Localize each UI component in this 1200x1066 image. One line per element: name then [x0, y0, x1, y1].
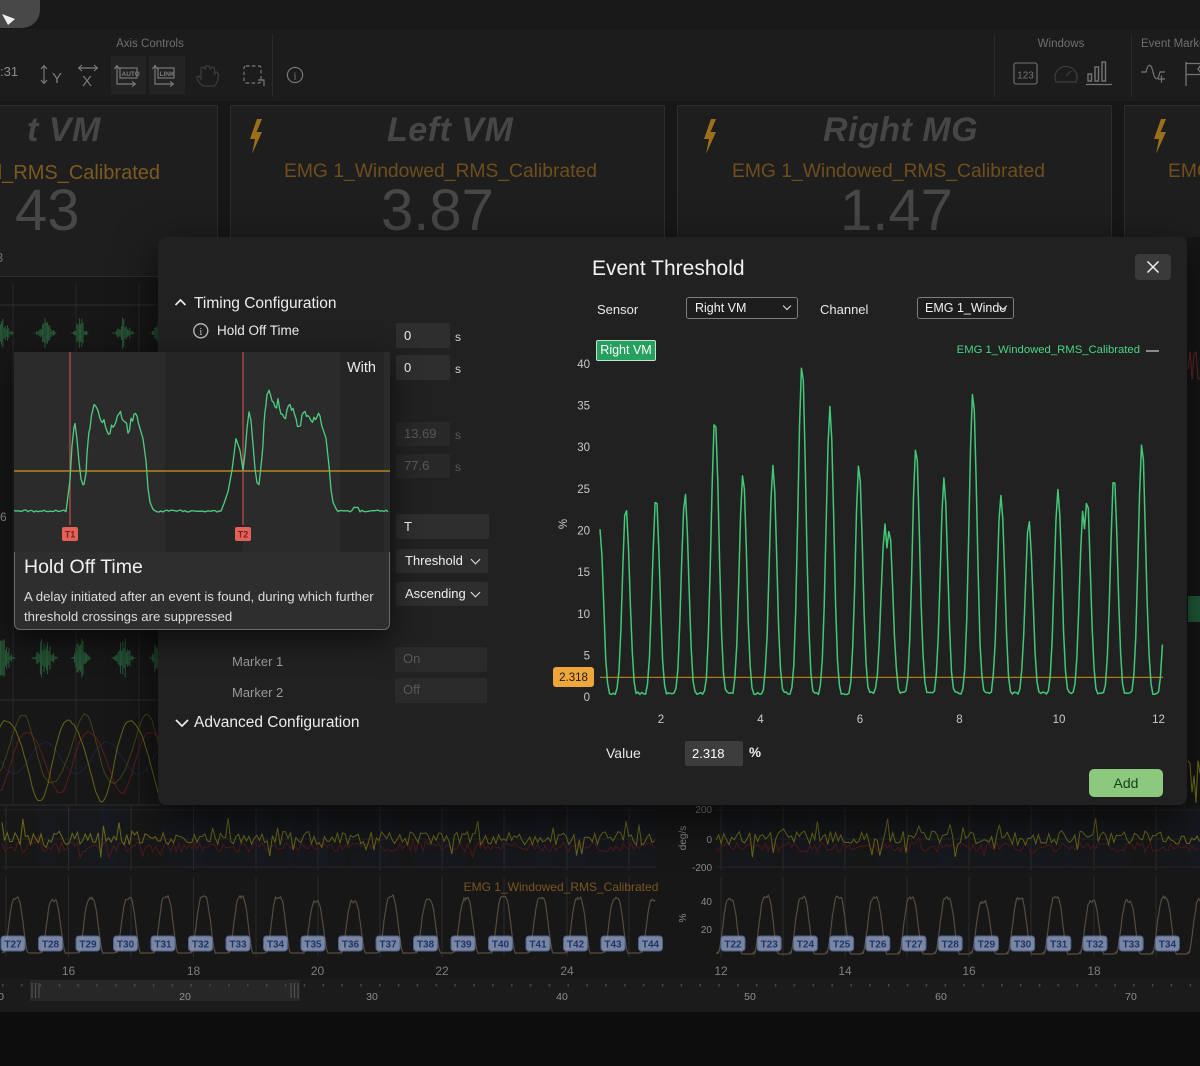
svg-text:T28: T28: [942, 940, 960, 951]
svg-text:35: 35: [577, 401, 590, 413]
svg-text:T39: T39: [454, 940, 472, 951]
svg-text:X: X: [82, 73, 92, 90]
svg-text:T31: T31: [1050, 940, 1068, 951]
svg-text:T27: T27: [4, 940, 22, 951]
svg-text:-200: -200: [692, 863, 712, 874]
svg-text:T33: T33: [229, 940, 247, 951]
svg-text:T32: T32: [192, 940, 210, 951]
svg-text:18: 18: [187, 964, 201, 978]
svg-text:20: 20: [311, 964, 325, 978]
svg-text:2: 2: [658, 714, 664, 726]
svg-text:20: 20: [701, 925, 713, 936]
svg-text:22: 22: [435, 964, 449, 978]
svg-text:30: 30: [366, 991, 378, 1003]
svg-text:15: 15: [577, 567, 590, 579]
svg-text:T29: T29: [978, 940, 996, 951]
svg-text:i: i: [199, 327, 202, 338]
svg-text:5: 5: [584, 650, 590, 662]
svg-text:%: %: [558, 519, 570, 529]
svg-text:50: 50: [744, 991, 756, 1003]
svg-text:Y: Y: [52, 70, 62, 87]
svg-text:T24: T24: [797, 940, 815, 951]
svg-text:i: i: [293, 71, 296, 83]
svg-text:T23: T23: [761, 940, 779, 951]
svg-text:10: 10: [1053, 714, 1066, 726]
svg-text:T31: T31: [154, 940, 172, 951]
svg-text:20: 20: [577, 526, 590, 538]
svg-text:deg/s: deg/s: [678, 826, 689, 850]
svg-text:60: 60: [935, 991, 947, 1003]
svg-text:T26: T26: [869, 940, 887, 951]
svg-text:24: 24: [560, 964, 574, 978]
svg-text:6: 6: [857, 714, 863, 726]
svg-text:16: 16: [962, 964, 976, 978]
svg-text:LINK: LINK: [160, 71, 175, 78]
svg-text:4: 4: [757, 714, 764, 726]
svg-text:T44: T44: [642, 940, 660, 951]
svg-text:T1: T1: [65, 530, 76, 540]
svg-text:T35: T35: [304, 940, 322, 951]
svg-text:0: 0: [0, 991, 4, 1003]
svg-text:T34: T34: [1159, 940, 1177, 951]
svg-text:T30: T30: [117, 940, 135, 951]
svg-text:EMG 1_Windowed_RMS_Calibrated: EMG 1_Windowed_RMS_Calibrated: [464, 880, 659, 894]
svg-text:Axis Controls: Axis Controls: [116, 38, 184, 50]
svg-text:123: 123: [1017, 71, 1034, 82]
svg-text:40: 40: [556, 991, 568, 1003]
svg-text:12: 12: [1152, 714, 1165, 726]
svg-text:T34: T34: [267, 940, 285, 951]
svg-text:T42: T42: [567, 940, 585, 951]
svg-text:70: 70: [1125, 991, 1137, 1003]
svg-text:AUTO: AUTO: [122, 71, 140, 78]
svg-text:T43: T43: [604, 940, 622, 951]
svg-text::31: :31: [0, 64, 18, 79]
svg-text:T38: T38: [417, 940, 435, 951]
svg-text:Windows: Windows: [1038, 38, 1085, 50]
svg-text:30: 30: [577, 442, 590, 454]
svg-text:2.318: 2.318: [559, 672, 588, 684]
svg-text:With: With: [347, 360, 376, 376]
svg-text:T33: T33: [1123, 940, 1141, 951]
svg-text:12: 12: [714, 964, 728, 978]
svg-text:T27: T27: [905, 940, 923, 951]
svg-text:0: 0: [706, 835, 712, 846]
svg-text:0: 0: [584, 692, 590, 704]
svg-text:10: 10: [577, 609, 590, 621]
svg-text:T41: T41: [529, 940, 547, 951]
svg-text:T22: T22: [724, 940, 742, 951]
svg-text:T25: T25: [833, 940, 851, 951]
svg-text:T37: T37: [379, 940, 397, 951]
svg-text:20: 20: [179, 991, 191, 1003]
svg-text:18: 18: [1087, 964, 1101, 978]
svg-text:T2: T2: [238, 530, 249, 540]
svg-text:14: 14: [838, 964, 852, 978]
svg-text:T40: T40: [492, 940, 510, 951]
svg-text:T28: T28: [42, 940, 60, 951]
svg-text:T36: T36: [342, 940, 360, 951]
svg-text:%: %: [678, 913, 689, 922]
svg-text:40: 40: [577, 359, 590, 371]
svg-text:8: 8: [956, 714, 962, 726]
svg-text:T29: T29: [79, 940, 97, 951]
svg-text:T30: T30: [1014, 940, 1032, 951]
svg-text:200: 200: [695, 805, 712, 816]
svg-text:T32: T32: [1086, 940, 1104, 951]
svg-text:Event Marker: Event Marker: [1141, 38, 1200, 50]
svg-text:25: 25: [577, 484, 590, 496]
svg-text:40: 40: [701, 897, 713, 908]
svg-text:16: 16: [62, 964, 76, 978]
